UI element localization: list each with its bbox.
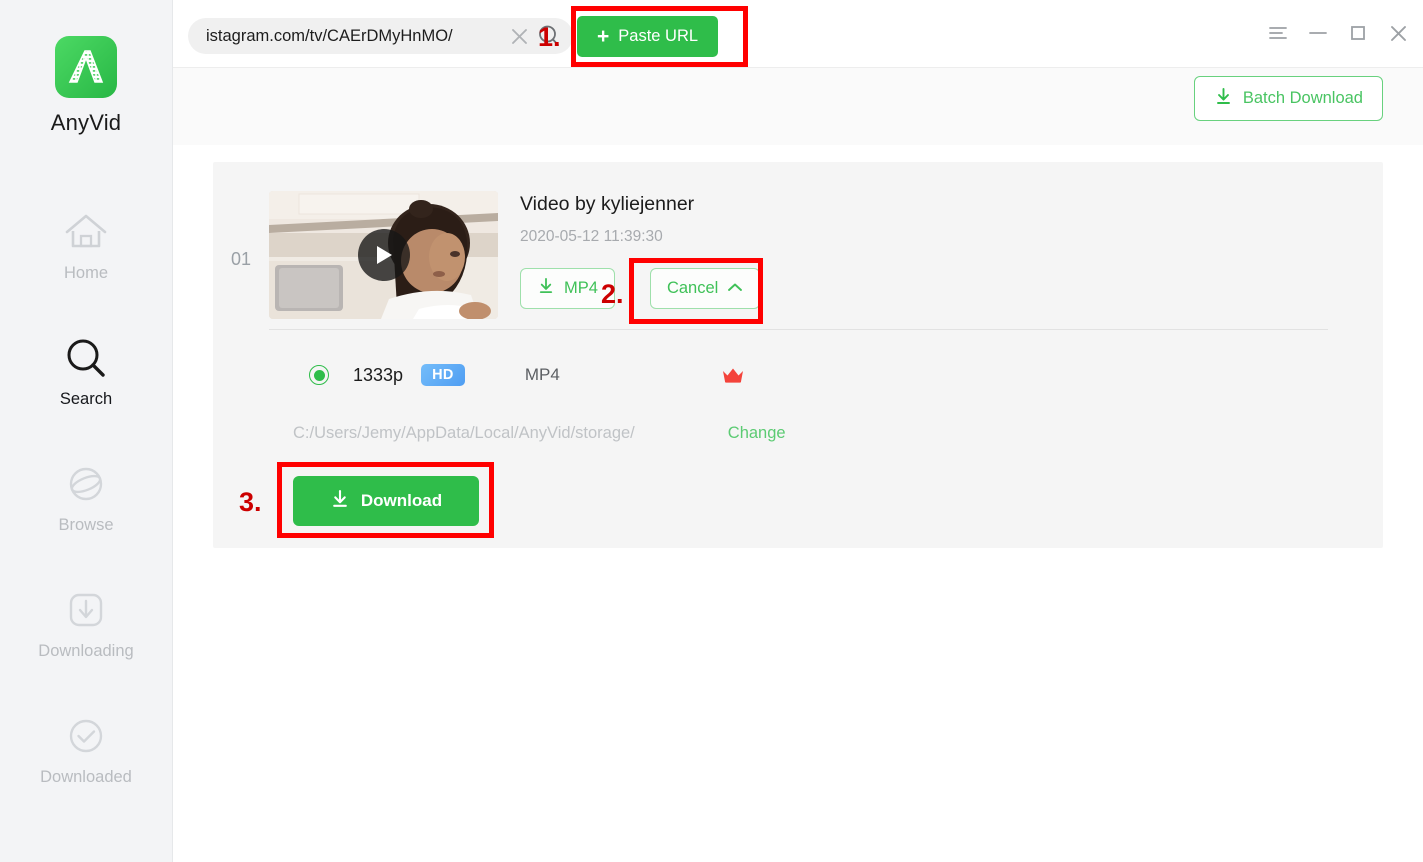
save-path: C:/Users/Jemy/AppData/Local/AnyVid/stora…	[293, 424, 635, 442]
close-icon[interactable]	[1387, 22, 1409, 44]
window-controls	[1267, 22, 1409, 44]
video-result-card: 01 Video by kyliejenner 2020-05-12 11:39…	[213, 162, 1383, 548]
sidebar-nav: Home Search Browse Downloading Downloade…	[0, 200, 172, 830]
cancel-label: Cancel	[666, 279, 719, 297]
batch-download-label: Batch Download	[1242, 89, 1363, 107]
batch-bar: Batch Download	[173, 68, 1423, 145]
download-button[interactable]: Download	[293, 476, 479, 526]
sidebar-item-downloaded[interactable]: Downloaded	[0, 704, 172, 830]
quality-radio[interactable]	[309, 365, 329, 385]
mp4-label: MP4	[564, 279, 598, 297]
video-title: Video by kyliejenner	[520, 193, 695, 215]
sidebar-item-label: Downloading	[38, 642, 134, 660]
menu-icon[interactable]	[1267, 22, 1289, 44]
video-date: 2020-05-12 11:39:30	[520, 228, 663, 245]
batch-download-button[interactable]: Batch Download	[1193, 76, 1383, 121]
paste-url-button[interactable]: + Paste URL	[577, 16, 719, 57]
quality-radio-dot	[313, 369, 325, 381]
quality-option-row: 1333p HD MP4	[213, 364, 1383, 386]
brand: AnyVid	[0, 36, 172, 136]
downloading-icon	[62, 584, 110, 636]
video-thumbnail[interactable]	[269, 191, 498, 319]
topbar: istagram.com/tv/CAErDMyHnMO/ + Paste URL	[173, 0, 1423, 68]
home-icon	[62, 206, 110, 258]
card-divider	[269, 329, 1328, 330]
main-content: istagram.com/tv/CAErDMyHnMO/ + Paste URL…	[173, 0, 1423, 862]
search-icon	[62, 332, 110, 384]
download-icon	[330, 489, 350, 514]
download-label: Download	[360, 491, 443, 510]
browse-globe-icon	[62, 458, 110, 510]
search-icon[interactable]	[535, 22, 563, 50]
change-path-link[interactable]: Change	[728, 424, 786, 443]
sidebar-item-home[interactable]: Home	[0, 200, 172, 326]
crown-icon	[722, 367, 744, 384]
plus-icon: +	[597, 25, 610, 48]
sidebar: AnyVid Home Search Browse Downloading Do…	[0, 0, 173, 862]
url-input-wrapper[interactable]: istagram.com/tv/CAErDMyHnMO/	[188, 18, 573, 54]
sidebar-item-browse[interactable]: Browse	[0, 452, 172, 578]
video-summary-row: 01 Video by kyliejenner 2020-05-12 11:39…	[213, 162, 1383, 328]
sidebar-item-label: Downloaded	[40, 768, 132, 786]
sidebar-item-label: Home	[63, 264, 108, 282]
results-area: 01 Video by kyliejenner 2020-05-12 11:39…	[173, 145, 1423, 548]
quality-format: MP4	[524, 365, 560, 384]
sidebar-item-label: Browse	[58, 516, 114, 534]
video-actions: MP4 Cancel	[520, 268, 1383, 309]
chevron-up-icon	[727, 279, 743, 298]
maximize-icon[interactable]	[1347, 22, 1369, 44]
mp4-download-button[interactable]: MP4	[520, 268, 615, 309]
brand-name: AnyVid	[50, 110, 122, 135]
anyvid-logo-icon	[55, 36, 117, 98]
sidebar-item-downloading[interactable]: Downloading	[0, 578, 172, 704]
quality-resolution: 1333p	[353, 364, 404, 385]
sidebar-item-search[interactable]: Search	[0, 326, 172, 452]
download-icon	[537, 277, 555, 300]
anyvid-window: AnyVid Home Search Browse Downloading Do…	[0, 0, 1423, 862]
url-input[interactable]: istagram.com/tv/CAErDMyHnMO/	[206, 27, 507, 46]
save-path-row: C:/Users/Jemy/AppData/Local/AnyVid/stora…	[213, 424, 1383, 443]
paste-url-label: Paste URL	[618, 27, 699, 45]
downloaded-check-icon	[62, 710, 110, 762]
result-index: 01	[230, 249, 252, 269]
close-icon[interactable]	[507, 24, 531, 48]
sidebar-item-label: Search	[59, 390, 113, 408]
video-info: Video by kyliejenner 2020-05-12 11:39:30	[498, 191, 1383, 309]
hd-badge: HD	[421, 364, 465, 386]
cancel-button[interactable]: Cancel	[649, 268, 761, 309]
download-icon	[1214, 87, 1233, 111]
play-icon[interactable]	[357, 229, 410, 281]
minimize-icon[interactable]	[1307, 22, 1329, 44]
